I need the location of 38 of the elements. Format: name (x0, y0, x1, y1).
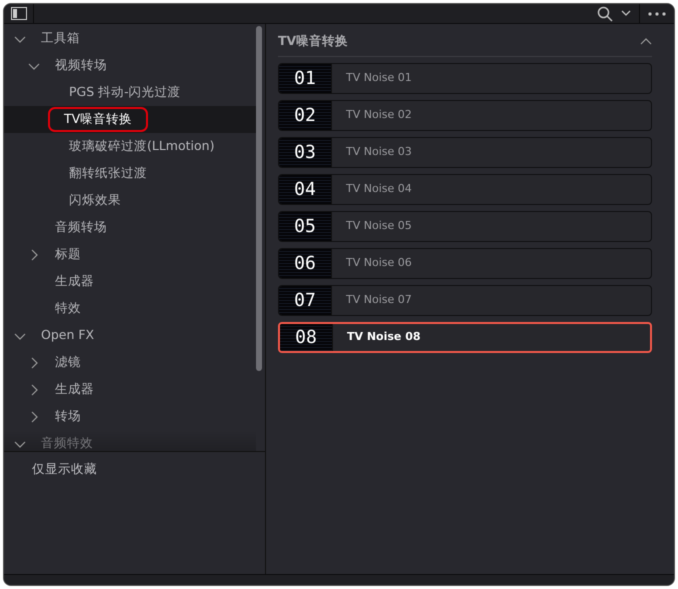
sidebar-icon (11, 7, 27, 20)
scrollbar-thumb[interactable] (256, 26, 262, 371)
tree-item[interactable]: 视频转场 (4, 52, 256, 79)
effect-thumbnail: 08 (280, 324, 333, 351)
effect-item[interactable]: 02 TV Noise 02 (278, 100, 652, 131)
effect-item[interactable]: 07 TV Noise 07 (278, 284, 652, 316)
section-title: TV噪音转换 (278, 32, 348, 50)
effect-item[interactable]: 06 TV Noise 06 (278, 248, 652, 279)
tree-item[interactable]: 标题 (4, 241, 256, 268)
search-icon (597, 6, 613, 22)
effect-item[interactable]: 03 TV Noise 03 (278, 136, 652, 168)
tree-item[interactable]: 生成器 (4, 376, 256, 403)
tree-item[interactable]: 翻转纸张过渡 (4, 160, 256, 187)
effect-thumbnail: 04 (279, 174, 332, 204)
effect-thumbnail: 03 (279, 138, 332, 167)
effect-item[interactable]: 04 TV Noise 04 (278, 174, 652, 205)
effect-thumbnail: 05 (279, 212, 332, 241)
effect-thumbnail: 02 (279, 100, 332, 130)
tree-item[interactable]: 生成器 (4, 268, 256, 295)
effect-thumbnail: 01 (279, 64, 332, 93)
more-icon (648, 12, 666, 16)
tree-item[interactable]: 特效 (4, 295, 256, 322)
tree-item[interactable]: 滤镜 (4, 349, 256, 376)
tree-item[interactable]: TV噪音转换 (4, 106, 256, 133)
chevron-down-icon (621, 10, 631, 17)
effect-thumbnail: 06 (279, 248, 332, 278)
effect-item[interactable]: 05 TV Noise 05 (278, 210, 652, 242)
effect-thumbnail: 07 (279, 286, 332, 315)
tree-item[interactable]: 转场 (4, 403, 256, 430)
tree-item[interactable]: 玻璃破碎过渡(LLmotion) (4, 133, 256, 160)
effect-item[interactable]: 08 TV Noise 08 (278, 322, 652, 353)
tree-item[interactable]: 工具箱 (4, 25, 256, 52)
tree-item[interactable]: 音频转场 (4, 214, 256, 241)
tree-item[interactable]: 闪烁效果 (4, 187, 256, 214)
tree-item[interactable]: PGS 抖动-闪光过渡 (4, 79, 256, 106)
effect-item[interactable]: 01 TV Noise 01 (278, 62, 652, 94)
show-favorites-option[interactable]: 仅显示收藏 (32, 461, 97, 476)
tree-item[interactable]: Open FX (4, 322, 256, 349)
